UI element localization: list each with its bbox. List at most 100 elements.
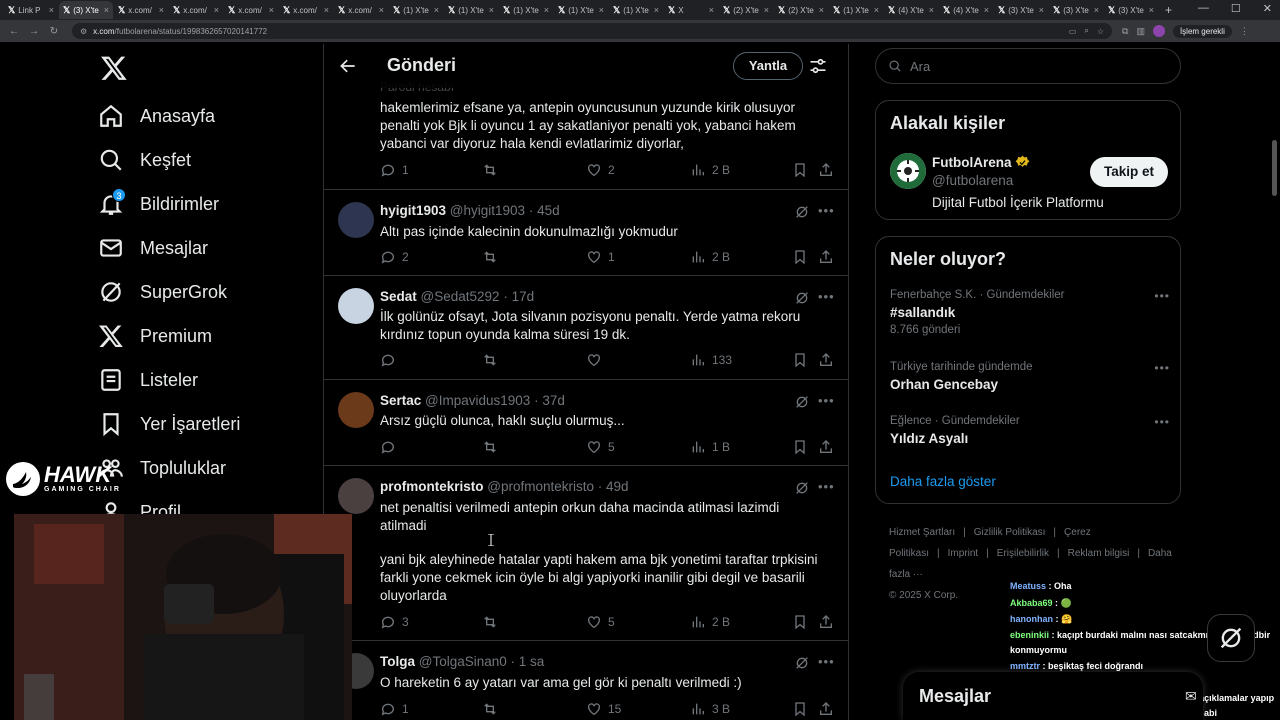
browser-tab[interactable]: 𝕏x.com/ × xyxy=(169,1,223,19)
like-action[interactable]: 15 xyxy=(586,701,621,717)
reply-button[interactable]: Yantla xyxy=(733,52,803,80)
reply-action[interactable]: 2 xyxy=(380,249,409,265)
avatar[interactable] xyxy=(338,288,374,324)
author-handle[interactable]: @TolgaSinan0 xyxy=(419,654,507,669)
bookmark-action[interactable] xyxy=(792,162,814,178)
share-action[interactable] xyxy=(818,614,840,630)
views-action[interactable]: 2 B xyxy=(690,614,730,630)
tab-close-icon[interactable]: × xyxy=(1094,5,1099,15)
repost-action[interactable] xyxy=(482,352,504,368)
author-name[interactable]: Tolga xyxy=(380,654,415,669)
nav-messages[interactable]: Mesajlar xyxy=(98,230,208,266)
tab-close-icon[interactable]: × xyxy=(379,5,384,15)
tab-close-icon[interactable]: × xyxy=(489,5,494,15)
bookmark-action[interactable] xyxy=(792,249,814,265)
footer-link[interactable]: Erişilebilirlik xyxy=(997,548,1049,559)
post-time[interactable]: · 17d xyxy=(503,289,534,304)
avatar[interactable] xyxy=(338,392,374,428)
reply-post[interactable]: profmontekristo @profmontekristo · 49d ••… xyxy=(324,466,848,641)
url-field[interactable]: ⚙ x.com /futbolarena/status/199836265702… xyxy=(72,23,1112,39)
browser-tab[interactable]: 𝕏 Link P × xyxy=(4,1,58,19)
back-arrow-icon[interactable] xyxy=(338,56,358,76)
more-icon[interactable]: ••• xyxy=(1154,361,1170,375)
new-tab-icon[interactable]: + xyxy=(1165,3,1172,17)
repost-action[interactable] xyxy=(482,249,504,265)
browser-tab[interactable]: 𝕏 (1) X'te × xyxy=(499,1,553,19)
more-icon[interactable]: ••• xyxy=(1154,289,1170,303)
author-handle[interactable]: @hyigit1903 xyxy=(450,203,525,218)
repost-action[interactable] xyxy=(482,162,504,178)
nav-bookmarks[interactable]: Yer İşaretleri xyxy=(98,406,240,442)
repost-action[interactable] xyxy=(482,439,504,455)
browser-back-icon[interactable]: ← xyxy=(6,26,22,37)
tab-close-icon[interactable]: × xyxy=(929,5,934,15)
bookmark-action[interactable] xyxy=(792,439,814,455)
reply-action[interactable] xyxy=(380,439,402,455)
footer-link[interactable]: Gizlilik Politikası xyxy=(974,527,1046,538)
browser-tab[interactable]: 𝕏x.com/ × xyxy=(279,1,333,19)
views-action[interactable]: 2 B xyxy=(690,249,730,265)
more-icon[interactable]: ••• xyxy=(818,479,835,494)
reply-post[interactable]: Tolga @TolgaSinan0 · 1 sa ••• O hareketin … xyxy=(324,641,848,720)
author-handle[interactable]: @Sedat5292 xyxy=(421,289,500,304)
tab-close-icon[interactable]: × xyxy=(104,5,109,15)
reply-action[interactable]: 1 xyxy=(380,162,409,178)
browser-forward-icon[interactable]: → xyxy=(26,26,42,37)
author-name[interactable]: profmontekristo xyxy=(380,479,484,494)
share-action[interactable] xyxy=(818,352,840,368)
tab-close-icon[interactable]: × xyxy=(1149,5,1154,15)
grok-icon[interactable] xyxy=(794,655,810,671)
close-window-icon[interactable]: ✕ xyxy=(1263,2,1272,15)
reply-action[interactable] xyxy=(380,352,402,368)
browser-tab[interactable]: 𝕏 (1) X'te × xyxy=(444,1,498,19)
nav-supergrok[interactable]: SuperGrok xyxy=(98,274,227,310)
footer-link[interactable]: Hizmet Şartları xyxy=(889,527,955,538)
reply-action[interactable]: 1 xyxy=(380,701,409,717)
bookmark-action[interactable] xyxy=(792,614,814,630)
filter-icon[interactable] xyxy=(808,56,828,76)
views-action[interactable]: 3 B xyxy=(690,701,730,717)
browser-tab[interactable]: 𝕏x.com/ × xyxy=(224,1,278,19)
nav-home[interactable]: Anasayfa xyxy=(98,98,215,134)
author-handle[interactable]: @Impavidus1903 xyxy=(425,393,530,408)
browser-tab[interactable]: 𝕏 (2) X'te × xyxy=(719,1,773,19)
avatar[interactable] xyxy=(890,153,926,189)
profile-avatar[interactable] xyxy=(1152,25,1165,37)
browser-tab[interactable]: 𝕏 (1) X'te × xyxy=(554,1,608,19)
browser-tab[interactable]: 𝕏 (4) X'te × xyxy=(884,1,938,19)
reload-icon[interactable]: ↻ xyxy=(46,26,62,37)
tab-close-icon[interactable]: × xyxy=(654,5,659,15)
repost-action[interactable] xyxy=(482,614,504,630)
grok-icon[interactable] xyxy=(794,394,810,410)
compose-message-icon[interactable]: ✉ xyxy=(1185,688,1197,705)
share-action[interactable] xyxy=(818,162,840,178)
site-info-icon[interactable]: ⚙ xyxy=(80,27,87,36)
tab-close-icon[interactable]: × xyxy=(599,5,604,15)
like-action[interactable]: 5 xyxy=(586,614,615,630)
nav-premium[interactable]: Premium xyxy=(98,318,212,354)
cast-icon[interactable]: ▭ xyxy=(1069,27,1077,36)
update-button[interactable]: İşlem gerekli xyxy=(1172,24,1232,38)
related-account-name[interactable]: FutbolArena xyxy=(932,155,1030,170)
browser-tab[interactable]: 𝕏 (4) X'te × xyxy=(939,1,993,19)
footer-link[interactable]: Reklam bilgisi xyxy=(1068,548,1130,559)
show-more-link[interactable]: Daha fazla göster xyxy=(890,474,996,489)
post-time[interactable]: · 1 sa xyxy=(511,654,545,669)
tab-close-icon[interactable]: × xyxy=(214,5,219,15)
reply-post[interactable]: hyigit1903 @hyigit1903 · 45d ••• Altı pas … xyxy=(324,190,848,276)
nav-lists[interactable]: Listeler xyxy=(98,362,198,398)
tab-close-icon[interactable]: × xyxy=(324,5,329,15)
more-icon[interactable]: ••• xyxy=(818,654,835,669)
tab-close-icon[interactable]: × xyxy=(984,5,989,15)
share-action[interactable] xyxy=(818,701,840,717)
grok-floating-button[interactable] xyxy=(1207,614,1255,662)
browser-tab[interactable]: 𝕏 (3) X'te × xyxy=(994,1,1048,19)
more-icon[interactable]: ••• xyxy=(818,203,835,218)
views-action[interactable]: 1 B xyxy=(690,439,730,455)
views-action[interactable]: 133 xyxy=(690,352,732,368)
trend-item[interactable]: Türkiye tarihinde gündemde Orhan Genceba… xyxy=(890,361,1170,392)
trend-item[interactable]: Eğlence · Gündemdekiler Yıldız Asyalı ••… xyxy=(890,415,1170,446)
browser-tab[interactable]: 𝕏 (3) X'te × xyxy=(1049,1,1103,19)
browser-tab[interactable]: 𝕏 (3) X'te × xyxy=(59,1,113,19)
nav-notifications[interactable]: 3 Bildirimler xyxy=(98,186,219,222)
